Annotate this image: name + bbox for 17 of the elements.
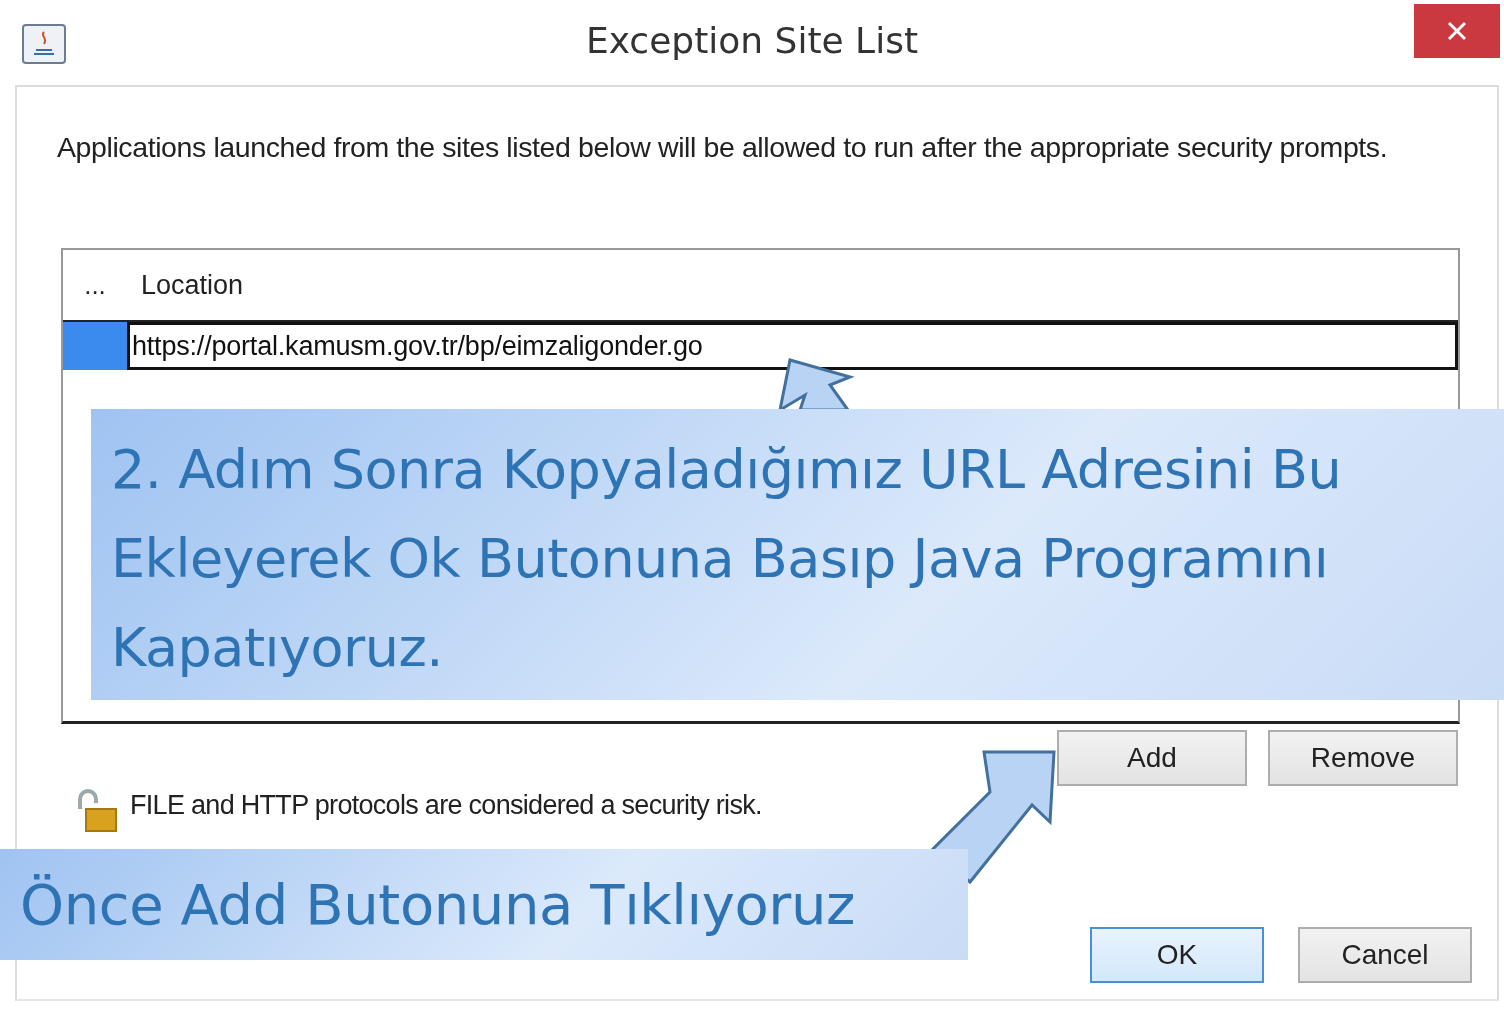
callout-text: Önce Add Butonuna Tıklıyoruz — [20, 871, 856, 939]
callout-text: Ekleyerek Ok Butonuna Basıp Java Programını — [111, 526, 1330, 592]
table-button[interactable]: Remove — [1268, 730, 1458, 786]
java-icon — [22, 24, 66, 64]
close-icon — [1446, 20, 1468, 42]
location-input[interactable]: https://portal.kamusm.gov.tr/bp/eimzaligonder.go — [127, 322, 1458, 370]
callout-text: 2. Adım Sonra Kopyaladığımız URL Adresini Bu — [111, 437, 1343, 503]
column-header[interactable]: ... — [63, 269, 127, 301]
dialog-button[interactable]: Cancel — [1298, 927, 1472, 983]
dialog-button[interactable]: OK — [1090, 927, 1264, 983]
warning-text: FILE and HTTP protocols are considered a security risk. — [130, 789, 762, 822]
table-button[interactable]: Add — [1057, 730, 1247, 786]
window-title: Exception Site List — [585, 20, 919, 61]
close-button[interactable] — [1414, 4, 1500, 58]
column-header[interactable]: Location — [141, 269, 244, 301]
callout-text: Kapatıyoruz. — [111, 615, 445, 681]
description-text: Applications launched from the sites listed below will be allowed to run after the appropriate security prompts. — [57, 130, 1389, 165]
